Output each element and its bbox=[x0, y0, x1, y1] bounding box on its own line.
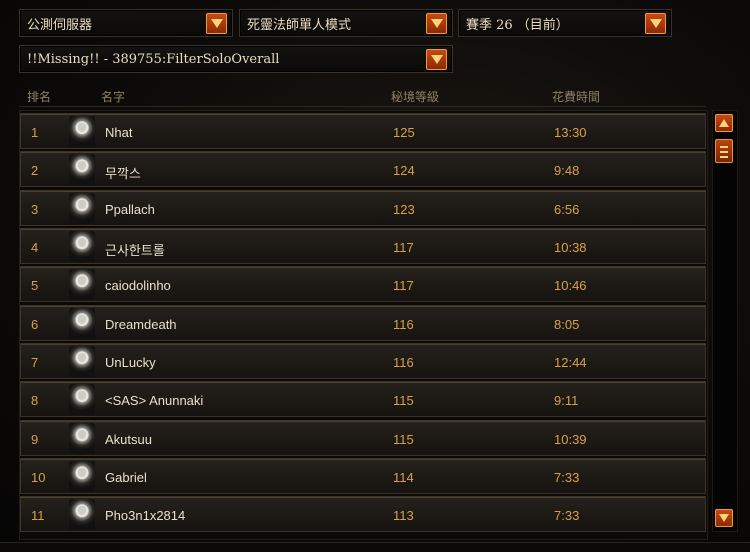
season-dropdown[interactable]: 賽季 26 （目前） bbox=[458, 9, 672, 37]
necromancer-portrait-icon bbox=[69, 116, 95, 147]
necromancer-portrait-icon bbox=[69, 269, 95, 300]
leaderboard-row[interactable]: 8 <SAS> Anunnaki 115 9:11 bbox=[20, 381, 706, 417]
necromancer-portrait-icon bbox=[69, 346, 95, 377]
row-rift-level: 117 bbox=[393, 240, 414, 255]
necromancer-portrait-icon bbox=[69, 461, 95, 492]
leaderboard-header: 排名 名字 秘境等級 花費時間 bbox=[19, 80, 706, 107]
row-time: 10:46 bbox=[554, 278, 587, 293]
filter-dropdown[interactable]: !!Missing!! - 389755:FilterSoloOverall bbox=[19, 45, 453, 73]
dropdown-arrow-icon[interactable] bbox=[426, 12, 447, 34]
row-rift-level: 116 bbox=[393, 317, 414, 332]
row-time: 9:48 bbox=[554, 163, 580, 178]
leaderboard-row[interactable]: 4 근사한트롤 117 10:38 bbox=[20, 228, 706, 264]
row-player-name: <SAS> Anunnaki bbox=[105, 393, 204, 408]
column-header-time[interactable]: 花費時間 bbox=[552, 88, 600, 105]
leaderboard-row[interactable]: 6 Dreamdeath 116 8:05 bbox=[20, 305, 706, 341]
row-rift-level: 114 bbox=[393, 470, 414, 485]
row-player-name: 무깍스 bbox=[105, 166, 141, 181]
dropdown-arrow-icon[interactable] bbox=[426, 48, 447, 70]
row-player-name: Nhat bbox=[105, 125, 133, 140]
row-rank: 5 bbox=[31, 278, 39, 293]
row-time: 9:11 bbox=[554, 393, 579, 408]
scrollbar-thumb[interactable] bbox=[715, 139, 733, 163]
necromancer-portrait-icon bbox=[69, 154, 95, 185]
row-time: 13:30 bbox=[554, 125, 587, 140]
row-rift-level: 115 bbox=[393, 393, 414, 408]
row-rank: 11 bbox=[31, 508, 45, 523]
necromancer-portrait-icon bbox=[69, 384, 95, 415]
mode-dropdown[interactable]: 死靈法師單人模式 bbox=[239, 9, 453, 37]
leaderboard-row[interactable]: 5 caiodolinho 117 10:46 bbox=[20, 266, 706, 302]
row-player-name: caiodolinho bbox=[105, 278, 171, 293]
row-rift-level: 117 bbox=[393, 278, 414, 293]
row-rank: 2 bbox=[31, 163, 39, 178]
row-player-name: UnLucky bbox=[105, 355, 156, 370]
server-dropdown-value: 公測伺服器 bbox=[27, 17, 93, 33]
column-header-level[interactable]: 秘境等級 bbox=[391, 88, 439, 105]
row-rank: 6 bbox=[31, 317, 39, 332]
server-dropdown[interactable]: 公測伺服器 bbox=[19, 9, 233, 37]
row-rift-level: 124 bbox=[393, 163, 415, 178]
row-rank: 4 bbox=[31, 240, 39, 255]
row-time: 7:33 bbox=[554, 508, 580, 523]
leaderboard-row[interactable]: 3 Ppallach 123 6:56 bbox=[20, 190, 706, 226]
filter-dropdown-value: !!Missing!! - 389755:FilterSoloOverall bbox=[27, 51, 280, 67]
row-rift-level: 115 bbox=[393, 432, 414, 447]
leaderboard-list: 1 Nhat 125 13:30 2 무깍스 124 9:48 3 Ppalla… bbox=[19, 110, 708, 540]
scrollbar[interactable] bbox=[712, 110, 738, 532]
row-rank: 10 bbox=[31, 470, 46, 485]
scroll-down-button[interactable] bbox=[715, 509, 733, 527]
necromancer-portrait-icon bbox=[69, 231, 95, 262]
scroll-up-button[interactable] bbox=[715, 114, 733, 132]
row-player-name: Ppallach bbox=[105, 202, 155, 217]
column-header-name[interactable]: 名字 bbox=[101, 88, 125, 105]
row-rift-level: 113 bbox=[393, 508, 414, 523]
row-player-name: Dreamdeath bbox=[105, 317, 177, 332]
leaderboard-row[interactable]: 7 UnLucky 116 12:44 bbox=[20, 343, 706, 379]
row-rift-level: 125 bbox=[393, 125, 415, 140]
dropdown-arrow-icon[interactable] bbox=[206, 12, 227, 34]
necromancer-portrait-icon bbox=[69, 193, 95, 224]
column-header-rank[interactable]: 排名 bbox=[27, 88, 51, 105]
row-time: 7:33 bbox=[554, 470, 580, 485]
row-player-name: 근사한트롤 bbox=[105, 243, 165, 258]
row-time: 12:44 bbox=[554, 355, 587, 370]
row-time: 10:38 bbox=[554, 240, 587, 255]
chevron-up-icon bbox=[719, 119, 729, 127]
leaderboard-row[interactable]: 2 무깍스 124 9:48 bbox=[20, 151, 706, 187]
season-dropdown-value: 賽季 26 （目前） bbox=[466, 17, 569, 33]
leaderboard-row[interactable]: 1 Nhat 125 13:30 bbox=[20, 113, 706, 149]
row-rank: 8 bbox=[31, 393, 39, 408]
necromancer-portrait-icon bbox=[69, 423, 95, 454]
mode-dropdown-value: 死靈法師單人模式 bbox=[247, 17, 352, 33]
leaderboard-row[interactable]: 9 Akutsuu 115 10:39 bbox=[20, 420, 706, 456]
row-player-name: Gabriel bbox=[105, 470, 147, 485]
row-time: 10:39 bbox=[554, 432, 587, 447]
row-rift-level: 123 bbox=[393, 202, 415, 217]
row-player-name: Akutsuu bbox=[105, 432, 152, 447]
row-rank: 9 bbox=[31, 432, 39, 447]
dropdown-arrow-icon[interactable] bbox=[645, 12, 666, 34]
necromancer-portrait-icon bbox=[69, 499, 95, 530]
leaderboard-row[interactable]: 11 Pho3n1x2814 113 7:33 bbox=[20, 496, 706, 532]
row-player-name: Pho3n1x2814 bbox=[105, 508, 186, 523]
row-rank: 1 bbox=[31, 125, 39, 140]
row-rank: 7 bbox=[31, 355, 39, 370]
necromancer-portrait-icon bbox=[69, 308, 95, 339]
row-time: 8:05 bbox=[554, 317, 580, 332]
leaderboard-row[interactable]: 10 Gabriel 114 7:33 bbox=[20, 458, 706, 494]
chevron-down-icon bbox=[719, 514, 729, 522]
row-rift-level: 116 bbox=[393, 355, 414, 370]
row-rank: 3 bbox=[31, 202, 39, 217]
row-time: 6:56 bbox=[554, 202, 580, 217]
